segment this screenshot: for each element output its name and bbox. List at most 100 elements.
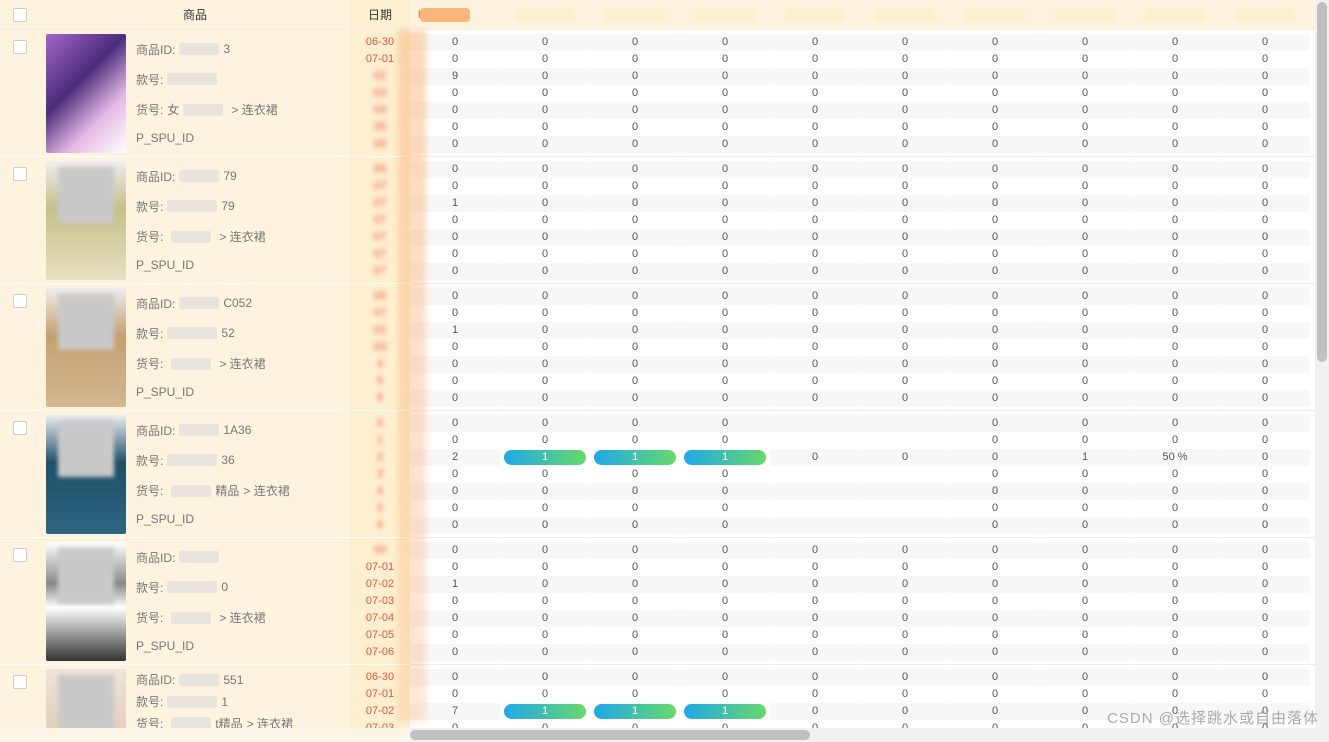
row-checkbox[interactable]: [0, 665, 40, 728]
product-thumbnail[interactable]: [46, 415, 126, 534]
product-thumbnail[interactable]: [46, 669, 126, 728]
data-cell: 0: [1040, 517, 1130, 534]
header-checkbox-cell[interactable]: [0, 0, 40, 29]
data-cell: 0: [1220, 339, 1310, 356]
data-cell: 0: [1130, 542, 1220, 559]
data-cell: 0: [680, 212, 770, 229]
data-cell: [860, 500, 950, 517]
data-cell: 0: [770, 85, 860, 102]
row-checkbox[interactable]: [0, 157, 40, 284]
data-cell: 0: [1220, 449, 1310, 466]
data-cell: 0: [1040, 610, 1130, 627]
data-cell: 0: [1040, 229, 1130, 246]
data-row-group: 0000000000000000000010000000000000000000…: [410, 284, 1329, 411]
data-cell: [860, 432, 950, 449]
data-cell: 0: [1220, 466, 1310, 483]
data-cell: 0: [590, 339, 680, 356]
data-cell: 0: [590, 415, 680, 432]
product-thumbnail[interactable]: [46, 542, 126, 661]
product-thumbnail[interactable]: [46, 161, 126, 280]
data-cell: 0: [1220, 669, 1310, 686]
product-cell[interactable]: 商品ID:C052款号:52货号: > 连衣裙P_SPU_ID: [40, 284, 350, 411]
data-cell: 0: [410, 263, 500, 280]
data-cell: 0: [950, 373, 1040, 390]
data-cell: 0: [680, 102, 770, 119]
data-cell: 0: [950, 432, 1040, 449]
data-cell: 0: [1130, 212, 1220, 229]
data-column-header[interactable]: [590, 0, 680, 30]
data-cell: 0: [1220, 212, 1310, 229]
data-cell: 0: [680, 542, 770, 559]
product-meta: 商品ID:551款号:1货号:t精品 > 连衣裙P_SPU_ID: [126, 669, 344, 728]
data-cell: 0: [950, 102, 1040, 119]
data-column-header[interactable]: [770, 0, 860, 30]
data-cell: 0: [1040, 339, 1130, 356]
data-cell: 0: [1130, 322, 1220, 339]
data-cell: 0: [680, 593, 770, 610]
product-thumbnail[interactable]: [46, 34, 126, 153]
data-cell: 0: [1040, 85, 1130, 102]
data-column-header[interactable]: P: [410, 0, 500, 30]
row-checkbox[interactable]: [0, 411, 40, 538]
data-cell: 0: [500, 102, 590, 119]
data-cell: 0: [950, 119, 1040, 136]
data-cell: 0: [410, 500, 500, 517]
data-cell: 0: [860, 339, 950, 356]
row-checkbox[interactable]: [0, 284, 40, 411]
data-cell: 0: [1220, 627, 1310, 644]
data-column-header[interactable]: [500, 0, 590, 30]
data-cell: 0: [770, 627, 860, 644]
data-cell: 0: [500, 576, 590, 593]
data-column-header[interactable]: [1220, 0, 1310, 30]
row-checkbox[interactable]: [0, 30, 40, 157]
data-cell: 0: [410, 415, 500, 432]
data-cell: 0: [500, 246, 590, 263]
data-cell: 0: [860, 576, 950, 593]
product-cell[interactable]: 商品ID:1A36款号:36货号:精品 > 连衣裙P_SPU_ID: [40, 411, 350, 538]
product-thumbnail[interactable]: [46, 288, 126, 407]
data-cell: 0: [680, 288, 770, 305]
data-row: 1000000000: [410, 195, 1329, 212]
data-cell: 0: [590, 119, 680, 136]
data-cell: 0: [770, 542, 860, 559]
data-cell: 0: [770, 559, 860, 576]
data-cell: 0: [680, 576, 770, 593]
product-cell[interactable]: 商品ID:551款号:1货号:t精品 > 连衣裙P_SPU_ID: [40, 665, 350, 728]
horizontal-scrollbar[interactable]: [0, 728, 1329, 742]
data-column-header[interactable]: [950, 0, 1040, 30]
data-cell: 0: [770, 229, 860, 246]
data-cell: 0: [680, 373, 770, 390]
data-column-header[interactable]: [1040, 0, 1130, 30]
data-column-header[interactable]: [860, 0, 950, 30]
data-cell: 0: [860, 720, 950, 728]
data-cell: 0: [1040, 305, 1130, 322]
product-cell[interactable]: 商品ID:3款号:货号:女 > 连衣裙P_SPU_ID: [40, 30, 350, 157]
data-cell: 0: [1040, 195, 1130, 212]
data-cell: 0: [770, 288, 860, 305]
product-cell[interactable]: 商品ID:79款号:79货号: > 连衣裙P_SPU_ID: [40, 157, 350, 284]
data-column-header[interactable]: [680, 0, 770, 30]
data-cell: 0: [410, 229, 500, 246]
data-cell: 0: [410, 559, 500, 576]
data-cell: 0: [590, 195, 680, 212]
data-cell: 0: [770, 136, 860, 153]
data-column-header[interactable]: [1130, 0, 1220, 30]
data-cell: 0: [500, 466, 590, 483]
data-cell: 0: [500, 136, 590, 153]
data-cell: 1: [1040, 449, 1130, 466]
product-cell[interactable]: 商品ID:款号:0货号: > 连衣裙P_SPU_ID: [40, 538, 350, 665]
data-row: 0000000000: [410, 644, 1329, 661]
vertical-scrollbar[interactable]: [1315, 0, 1329, 728]
data-cell: 0: [680, 339, 770, 356]
data-cell: 0: [410, 627, 500, 644]
data-cell: 0: [410, 669, 500, 686]
data-cell: 0: [590, 51, 680, 68]
data-cell: 0: [590, 356, 680, 373]
row-checkbox[interactable]: [0, 538, 40, 665]
data-cell: 0: [950, 51, 1040, 68]
data-cell: 0: [410, 356, 500, 373]
data-cell: 0: [1040, 686, 1130, 703]
data-cell: 0: [590, 432, 680, 449]
data-cell: 0: [860, 51, 950, 68]
data-cell: 0: [1220, 68, 1310, 85]
